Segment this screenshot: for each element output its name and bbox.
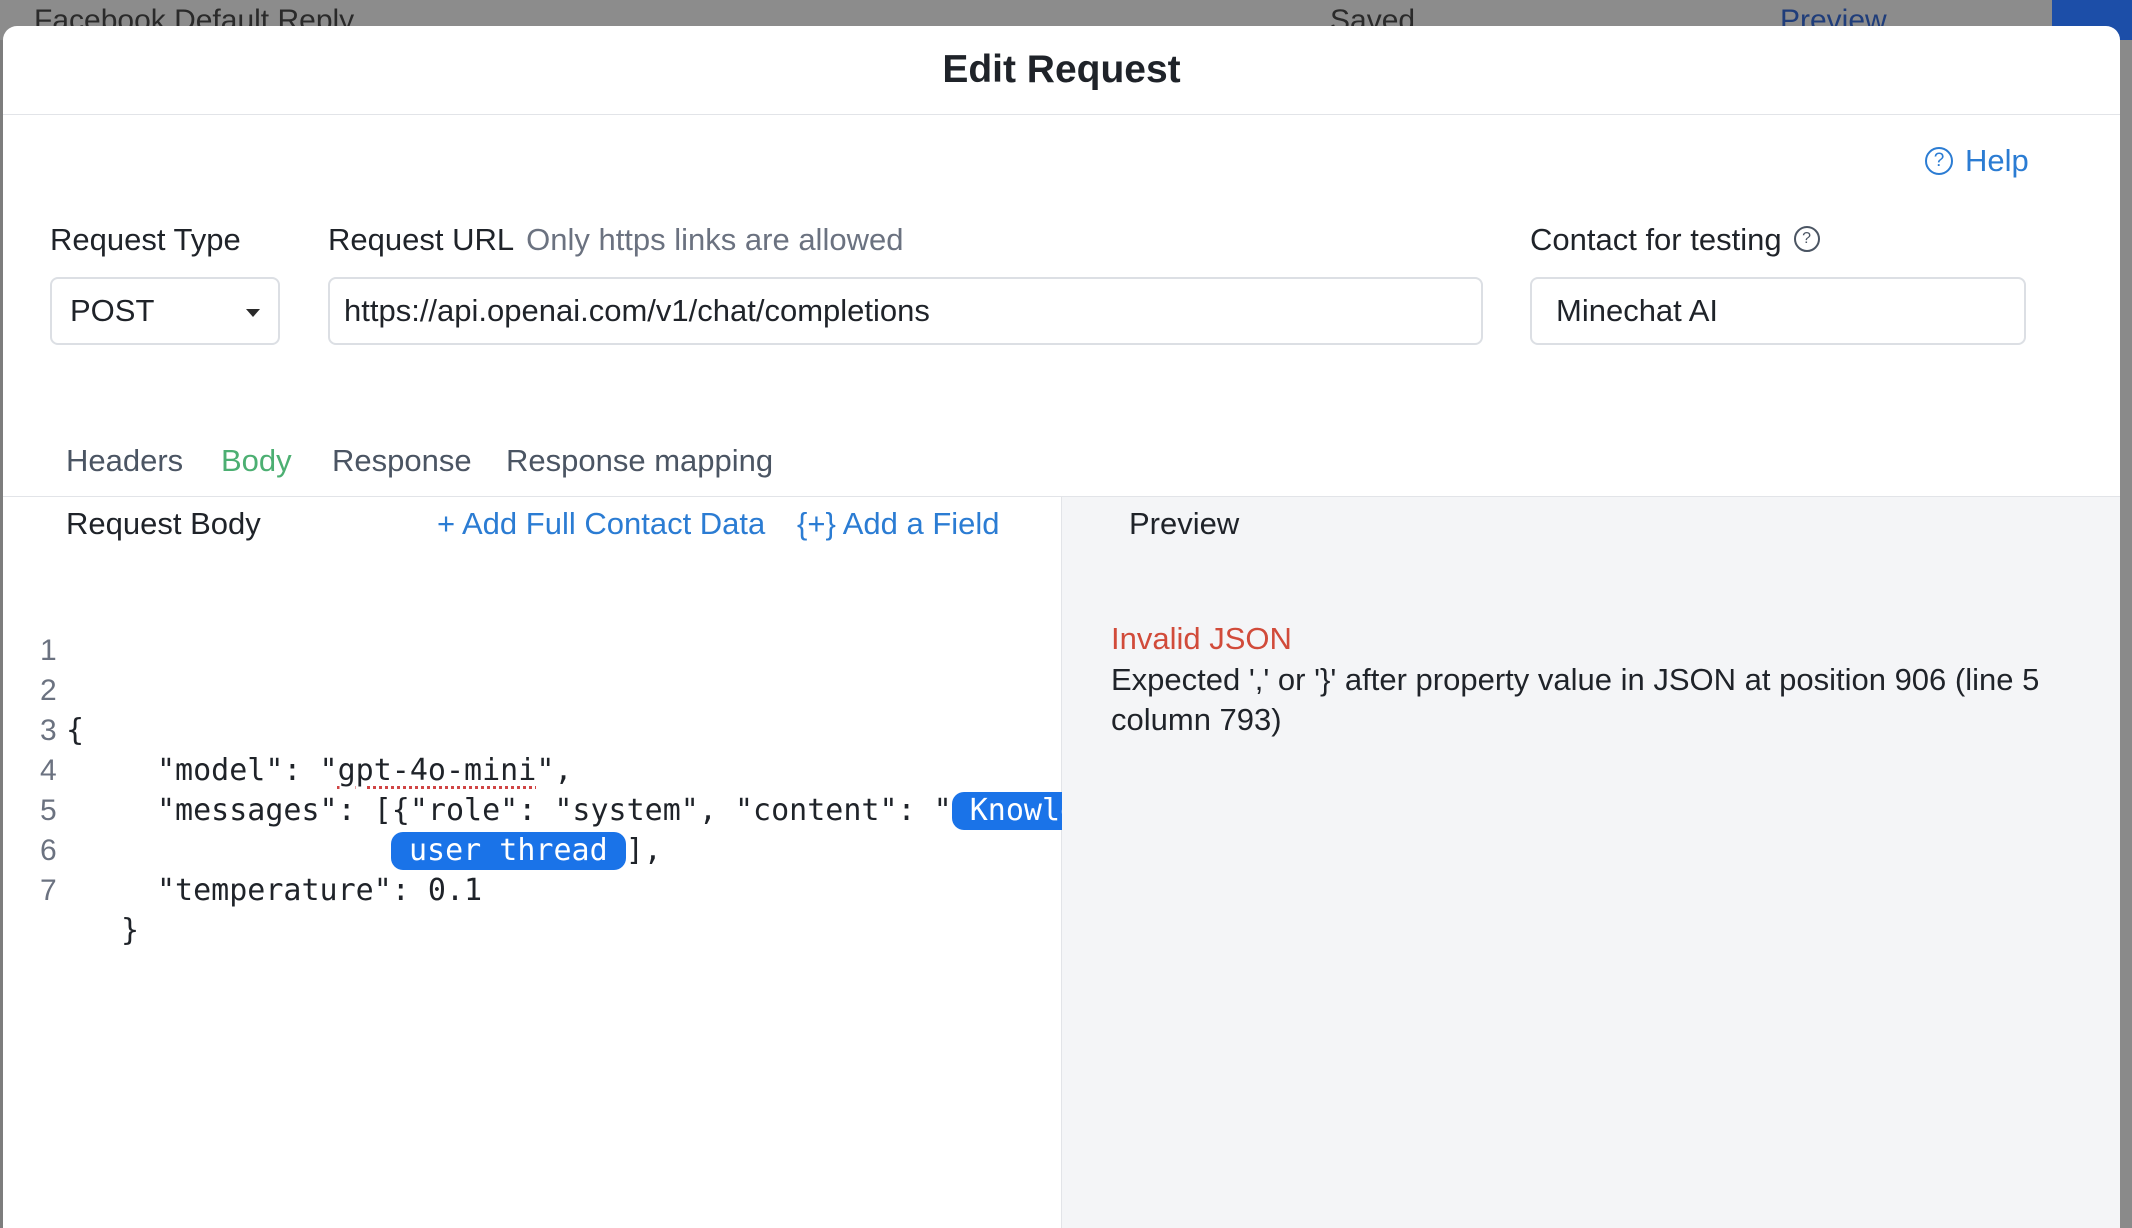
contact-testing-label-text: Contact for testing bbox=[1530, 222, 1782, 257]
code-line: 3 "model": "gpt-4o-mini", bbox=[3, 671, 1061, 788]
request-tabs: Headers Body Response Response mapping bbox=[3, 406, 2120, 524]
code-line: 5 user thread], bbox=[3, 751, 1061, 870]
contact-testing-label: Contact for testing? bbox=[1530, 222, 1820, 258]
contact-testing-select[interactable]: Minechat AI bbox=[1530, 277, 2026, 345]
chevron-down-icon bbox=[246, 309, 260, 317]
request-type-select[interactable]: POST bbox=[50, 277, 280, 345]
request-type-value: POST bbox=[70, 293, 155, 328]
code-text: "temperature": 0.1 bbox=[157, 873, 483, 908]
code-line: 2 { bbox=[3, 631, 1061, 748]
invalid-json-title: Invalid JSON bbox=[1111, 621, 1292, 656]
modal-header: Edit Request bbox=[3, 26, 2120, 115]
code-text: } bbox=[121, 913, 140, 948]
contact-testing-value: Minechat AI bbox=[1556, 293, 1718, 328]
preview-pane bbox=[1062, 497, 2120, 1228]
help-label: Help bbox=[1965, 143, 2029, 178]
request-url-value: https://api.openai.com/v1/chat/completio… bbox=[344, 293, 930, 328]
request-body-title: Request Body bbox=[66, 506, 261, 541]
question-icon[interactable]: ? bbox=[1793, 225, 1820, 252]
request-url-input[interactable]: https://api.openai.com/v1/chat/completio… bbox=[328, 277, 1483, 345]
preview-title: Preview bbox=[1129, 506, 1240, 541]
code-line: 1 bbox=[3, 591, 1061, 667]
request-url-hint: Only https links are allowed bbox=[526, 222, 904, 257]
code-line: 4 "messages": [{"role": "system", "conte… bbox=[3, 711, 1097, 830]
edit-request-modal: Edit Request ? Help Request Type POST Re… bbox=[3, 26, 2120, 1228]
code-line: 7 } bbox=[3, 831, 1061, 948]
add-a-field-button[interactable]: {+} Add a Field bbox=[797, 506, 1000, 542]
request-type-label: Request Type bbox=[50, 222, 241, 257]
request-url-label-text: Request URL bbox=[328, 222, 515, 257]
add-full-contact-data-button[interactable]: + Add Full Contact Data bbox=[437, 506, 765, 542]
help-link[interactable]: ? Help bbox=[1925, 143, 2029, 179]
line-number: 7 bbox=[40, 874, 57, 907]
code-line: 6 "temperature": 0.1 bbox=[3, 791, 1061, 908]
request-url-label: Request URL Only https links are allowed bbox=[328, 222, 903, 258]
modal-title: Edit Request bbox=[942, 48, 1181, 91]
help-icon: ? bbox=[1925, 147, 1953, 175]
json-error-message: Expected ',' or '}' after property value… bbox=[1111, 662, 2040, 737]
